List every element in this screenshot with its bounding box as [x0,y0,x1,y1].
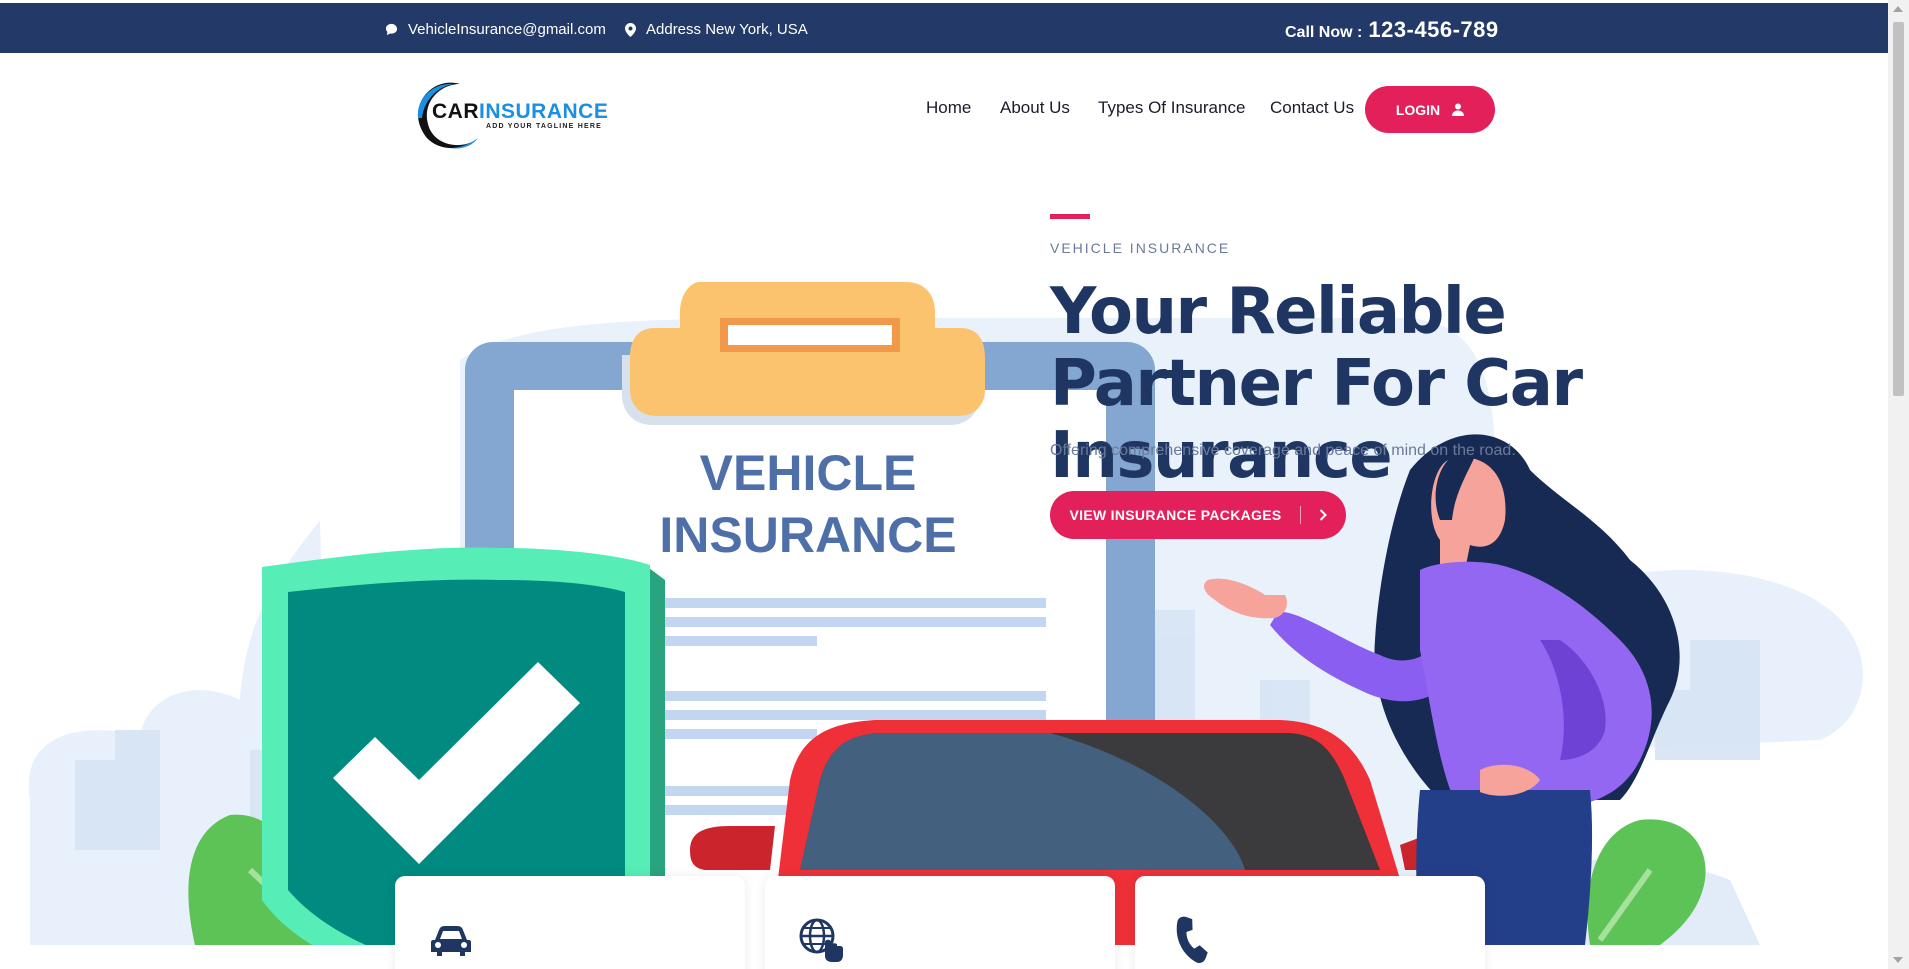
address-contact: Address New York, USA [625,21,808,38]
call-label: Call Now : [1285,24,1363,41]
map-pin-icon [625,22,636,37]
logo-car-text: CAR [432,100,479,123]
globe-touch-icon [799,918,843,962]
cta-label: VIEW INSURANCE PACKAGES [1069,507,1282,523]
nav-home[interactable]: Home [926,98,971,118]
hero-subtext: Offering comprehensive coverage and peac… [1050,442,1516,459]
hero-illustration: VEHICLE INSURANCE [28,282,1863,945]
site-logo[interactable]: CARINSURANCE ADD YOUR TAGLINE HERE [410,78,610,154]
chat-bubble-icon [385,23,398,36]
car-icon [431,926,471,956]
login-label: LOGIN [1395,101,1441,118]
address-text: Address New York, USA [646,21,808,38]
feature-card-phone[interactable] [1135,876,1485,969]
email-text: VehicleInsurance@gmail.com [408,21,606,38]
login-button[interactable]: LOGIN [1365,86,1495,133]
car-mirror [690,826,775,870]
nav-contact-us[interactable]: Contact Us [1270,98,1354,118]
hero-eyebrow: VEHICLE INSURANCE [1050,240,1231,256]
chevron-right-icon [1319,509,1327,521]
clipboard-title-line2: INSURANCE [659,507,956,563]
scrollbar-thumb[interactable] [1893,22,1904,396]
nav-about-us[interactable]: About Us [1000,98,1070,118]
logo-insurance-text: INSURANCE [479,100,609,123]
email-contact[interactable]: VehicleInsurance@gmail.com [385,21,606,38]
scroll-down-arrow-icon[interactable] [1893,957,1903,963]
user-icon [1452,103,1465,116]
logo-text: CARINSURANCE [432,100,608,124]
feature-card-online[interactable] [765,876,1115,969]
phone-number[interactable]: 123-456-789 [1368,17,1498,43]
logo-tagline: ADD YOUR TAGLINE HERE [486,123,602,130]
top-contact-bar: VehicleInsurance@gmail.com Address New Y… [0,3,1888,53]
page-scrollbar[interactable] [1888,0,1909,969]
scroll-up-arrow-icon[interactable] [1893,6,1903,12]
call-now[interactable]: Call Now : 123-456-789 [1285,17,1499,43]
clipboard-title-line1: VEHICLE [700,445,917,501]
feature-card-car[interactable] [395,876,745,969]
phone-icon [1176,916,1208,964]
accent-line [1050,214,1090,219]
nav-types-of-insurance[interactable]: Types Of Insurance [1098,98,1245,118]
cta-divider [1299,506,1301,524]
view-insurance-packages-button[interactable]: VIEW INSURANCE PACKAGES [1050,491,1346,539]
